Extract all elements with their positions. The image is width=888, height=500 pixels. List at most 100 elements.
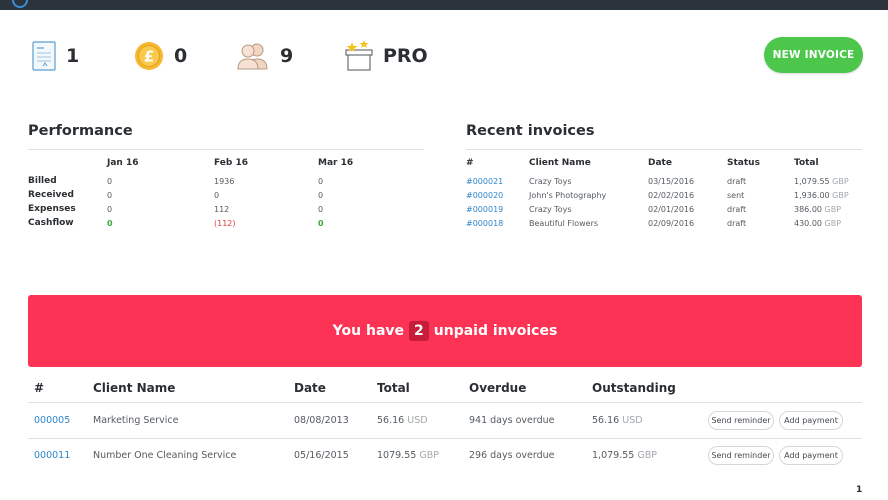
performance-value: 1936: [214, 177, 235, 186]
top-nav-bar: [0, 0, 888, 10]
add-payment-button[interactable]: Add payment: [779, 446, 843, 465]
recent-total-currency: GBP: [824, 205, 842, 214]
pro-gift-box-icon: [345, 40, 373, 71]
recent-total: 430.00 GBP: [794, 219, 841, 228]
stat-money-value: 0: [174, 45, 188, 67]
performance-value: 0: [107, 177, 113, 186]
unpaid-invoice-link[interactable]: 000005: [34, 415, 70, 426]
recent-invoice-link[interactable]: #000021: [466, 177, 503, 186]
recent-status: sent: [727, 191, 745, 200]
unpaid-outstanding-amount: 56.16: [592, 415, 620, 426]
cashflow-value: 0: [318, 219, 324, 228]
performance-row-label: Expenses: [28, 204, 76, 214]
performance-col-header: Mar 16: [318, 158, 354, 168]
stat-plan[interactable]: PRO: [345, 38, 428, 74]
performance-value: 0: [107, 191, 113, 200]
performance-row-label: Cashflow: [28, 218, 74, 228]
recent-total-currency: GBP: [832, 191, 849, 200]
unpaid-total-amount: 1079.55: [377, 450, 417, 461]
recent-status: draft: [727, 177, 747, 186]
performance-col-header: Jan 16: [107, 158, 139, 168]
recent-client: Crazy Toys: [529, 177, 572, 186]
cashflow-value: 0: [107, 219, 113, 228]
unpaid-outstanding: 56.16 USD: [592, 415, 643, 426]
recent-client: Beautiful Flowers: [529, 219, 599, 228]
recent-invoice-link[interactable]: #000020: [466, 191, 503, 200]
unpaid-col-header: Date: [294, 381, 326, 395]
unpaid-col-header: #: [34, 381, 45, 395]
recent-invoice-link[interactable]: #000019: [466, 205, 503, 214]
performance-value: 0: [214, 191, 220, 200]
recent-col-header: Client Name: [529, 158, 591, 168]
recent-total: 1,936.00 GBP: [794, 191, 849, 200]
send-reminder-button[interactable]: Send reminder: [708, 446, 774, 465]
stat-money[interactable]: £ 0: [134, 38, 187, 74]
unpaid-invoices-banner: You have 2 unpaid invoices: [28, 295, 862, 367]
recent-date: 02/09/2016: [648, 219, 695, 228]
unpaid-col-header: Overdue: [469, 381, 527, 395]
recent-invoices-divider: [466, 149, 862, 150]
svg-text:£: £: [144, 48, 154, 66]
recent-total: 386.00 GBP: [794, 205, 841, 214]
stat-clients[interactable]: 9: [236, 38, 293, 74]
unpaid-date: 05/16/2015: [294, 450, 349, 461]
performance-divider: [28, 149, 424, 150]
unpaid-outstanding-currency: USD: [622, 415, 643, 426]
performance-value: 0: [318, 191, 324, 200]
performance-col-header: Feb 16: [214, 158, 248, 168]
pagination-page[interactable]: 1: [856, 485, 862, 495]
performance-title: Performance: [28, 123, 133, 139]
logo-icon[interactable]: [12, 0, 28, 8]
unpaid-outstanding-currency: GBP: [637, 450, 657, 461]
recent-status: draft: [727, 205, 747, 214]
unpaid-row-divider: [28, 438, 862, 439]
unpaid-count-badge: 2: [409, 321, 429, 341]
performance-value: 0: [107, 205, 113, 214]
recent-total-amount: 1,936.00: [794, 191, 830, 200]
recent-col-header: Total: [794, 158, 819, 168]
stat-invoices[interactable]: 1: [32, 38, 79, 74]
performance-value: 0: [318, 177, 324, 186]
recent-total: 1,079.55 GBP: [794, 177, 849, 186]
recent-date: 02/02/2016: [648, 191, 695, 200]
performance-row-label: Received: [28, 190, 74, 200]
unpaid-col-header: Total: [377, 381, 410, 395]
cashflow-value: (112): [214, 219, 236, 228]
unpaid-total-currency: USD: [407, 415, 428, 426]
recent-col-header: Status: [727, 158, 760, 168]
performance-value: 0: [318, 205, 324, 214]
recent-invoices-title: Recent invoices: [466, 123, 595, 139]
pound-coin-icon: £: [135, 42, 163, 70]
new-invoice-button[interactable]: NEW INVOICE: [764, 37, 863, 73]
unpaid-col-header: Client Name: [93, 381, 176, 395]
unpaid-overdue: 941 days overdue: [469, 415, 555, 426]
unpaid-overdue: 296 days overdue: [469, 450, 555, 461]
recent-status: draft: [727, 219, 747, 228]
send-reminder-button[interactable]: Send reminder: [708, 411, 774, 430]
recent-total-currency: GBP: [824, 219, 842, 228]
stat-clients-value: 9: [280, 45, 294, 67]
performance-row-label: Billed: [28, 176, 57, 186]
unpaid-date: 08/08/2013: [294, 415, 349, 426]
banner-suffix: unpaid invoices: [433, 323, 558, 339]
recent-invoice-link[interactable]: #000018: [466, 219, 503, 228]
recent-total-amount: 430.00: [794, 219, 822, 228]
recent-total-amount: 1,079.55: [794, 177, 830, 186]
recent-client: Crazy Toys: [529, 205, 572, 214]
unpaid-total: 56.16 USD: [377, 415, 428, 426]
unpaid-total-currency: GBP: [419, 450, 439, 461]
invoice-document-icon: [32, 41, 56, 71]
recent-client: John's Photography: [529, 191, 607, 200]
stat-invoices-value: 1: [66, 45, 80, 67]
performance-value: 112: [214, 205, 230, 214]
unpaid-total-amount: 56.16: [377, 415, 405, 426]
recent-total-amount: 386.00: [794, 205, 822, 214]
add-payment-button[interactable]: Add payment: [779, 411, 843, 430]
stat-plan-value: PRO: [383, 45, 428, 67]
unpaid-invoice-link[interactable]: 000011: [34, 450, 70, 461]
recent-total-currency: GBP: [832, 177, 849, 186]
clients-icon: [237, 43, 268, 70]
unpaid-header-divider: [28, 402, 862, 403]
unpaid-total: 1079.55 GBP: [377, 450, 439, 461]
recent-date: 03/15/2016: [648, 177, 695, 186]
